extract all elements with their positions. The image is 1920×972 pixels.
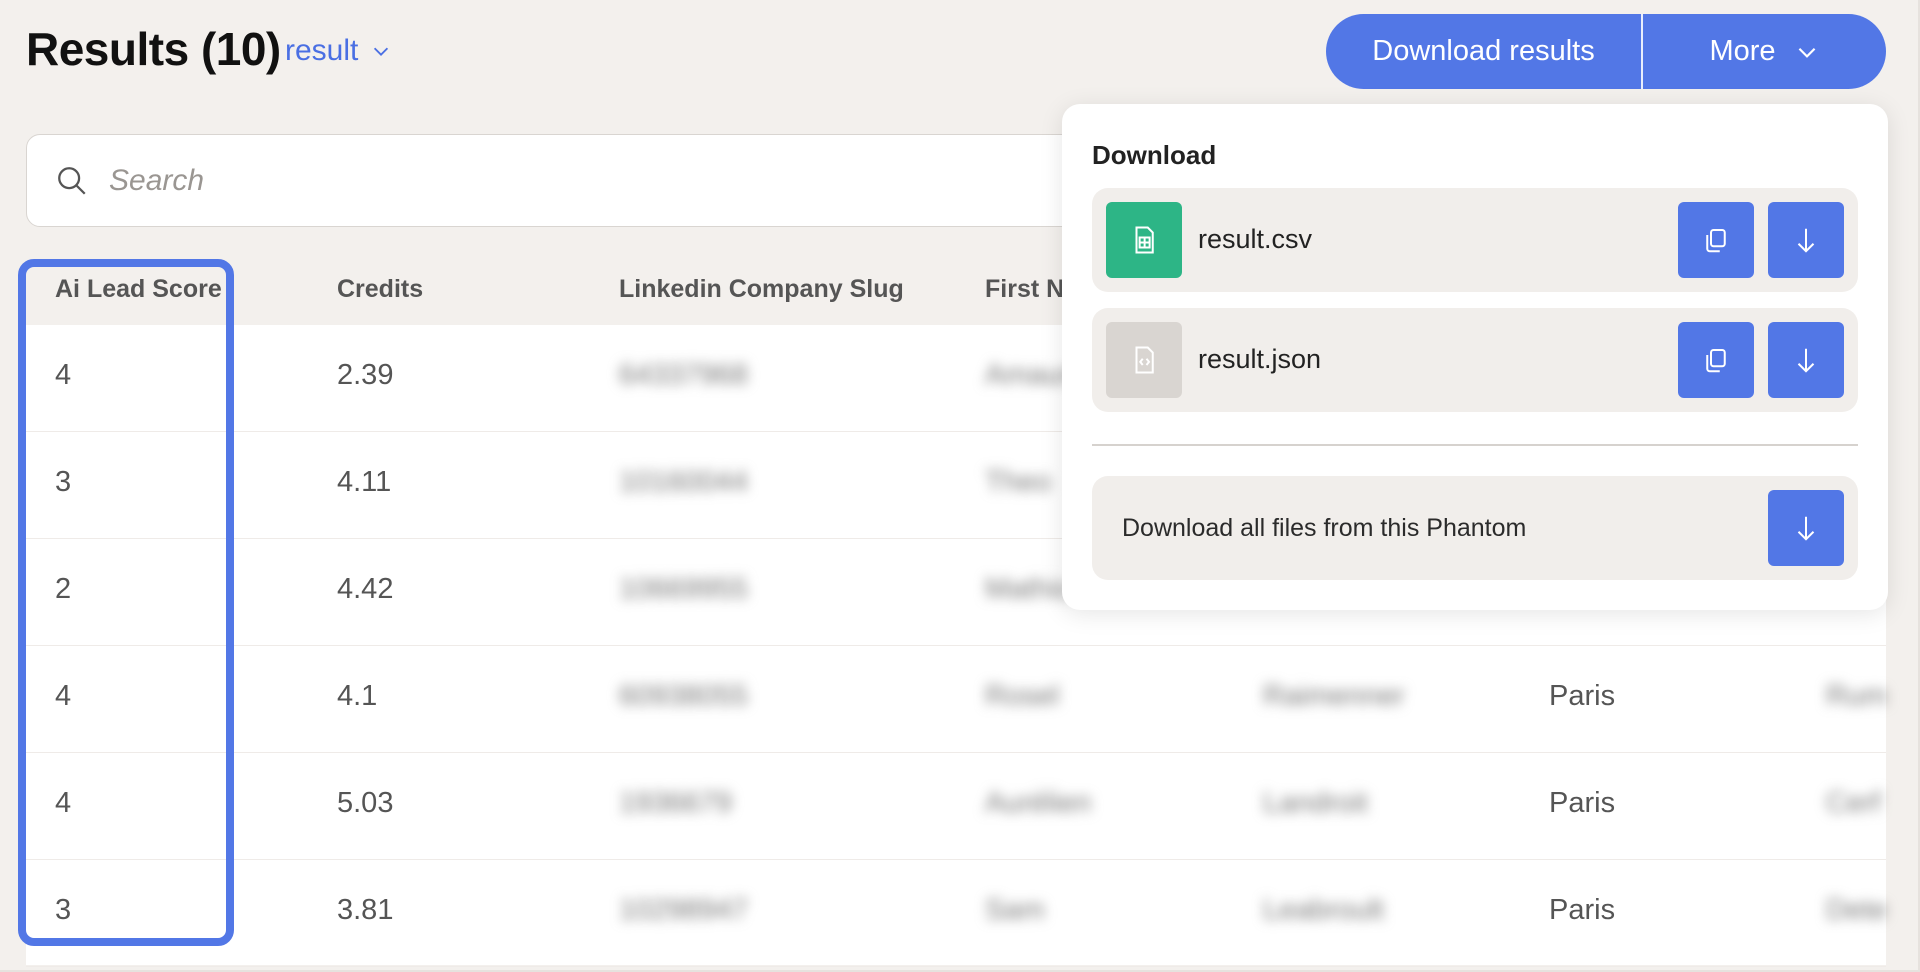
download-all-row: Download all files from this Phantom: [1092, 476, 1858, 580]
chevron-down-icon: [1798, 47, 1815, 58]
more-button[interactable]: More: [1643, 14, 1886, 89]
arrow-down-icon: [1797, 228, 1815, 253]
arrow-down-icon: [1797, 516, 1815, 541]
city-cell: Paris: [1549, 894, 1616, 926]
credits-cell: 2.39: [337, 359, 394, 391]
credits-cell: 3.81: [337, 894, 394, 926]
chevron-down-icon: [374, 47, 389, 56]
file-name: result.json: [1198, 344, 1322, 374]
copy-icon: [1706, 229, 1726, 253]
arrow-down-icon: [1797, 348, 1815, 373]
copy-icon: [1706, 349, 1726, 373]
score-cell: 4: [55, 787, 72, 819]
first-name-cell: Aurélien: [985, 787, 1092, 819]
divider: [1092, 444, 1858, 446]
slug-cell: 1936679: [619, 787, 732, 819]
score-cell: 3: [55, 894, 72, 926]
first-name-cell: Mathis: [985, 573, 1071, 605]
slug-cell: 10669955: [619, 573, 749, 605]
slug-cell: 60938055: [619, 680, 749, 712]
score-cell: 4: [55, 359, 72, 391]
result-selector-label: result: [285, 34, 359, 67]
extra-cell: Dete: [1826, 894, 1888, 926]
column-header-credits[interactable]: Credits: [337, 275, 423, 304]
table-row[interactable]: 3 3.81 10298947 Sam Leabroult Paris Dete: [26, 860, 1888, 967]
file-row-json: result.json: [1092, 308, 1858, 412]
more-dropdown-panel: Download result.csv result.json Download…: [1062, 104, 1888, 610]
credits-cell: 4.1: [337, 680, 378, 712]
download-file-button[interactable]: [1768, 322, 1844, 398]
spreadsheet-icon: [1106, 202, 1182, 278]
download-results-button[interactable]: Download results: [1326, 14, 1643, 89]
column-header-ai-lead-score[interactable]: Ai Lead Score: [55, 275, 222, 304]
download-results-label: Download results: [1372, 35, 1595, 67]
search-icon: [58, 166, 86, 195]
extra-cell: Rum: [1826, 680, 1888, 712]
search-input[interactable]: [109, 163, 709, 198]
result-selector[interactable]: result: [285, 34, 392, 68]
last-name-cell: Leabroult: [1263, 894, 1384, 926]
credits-cell: 4.11: [337, 466, 392, 498]
table-row[interactable]: 4 4.1 60938055 Rosel Raimenner Paris Rum: [26, 646, 1888, 753]
search-bar: [26, 134, 1126, 227]
last-name-cell: Landroit: [1263, 787, 1368, 819]
column-header-linkedin-company-slug[interactable]: Linkedin Company Slug: [619, 275, 904, 304]
city-cell: Paris: [1549, 787, 1616, 819]
copy-button[interactable]: [1678, 322, 1754, 398]
file-name: result.csv: [1198, 224, 1313, 254]
download-all-label: Download all files from this Phantom: [1122, 514, 1527, 542]
table-row[interactable]: 4 5.03 1936679 Aurélien Landroit Paris C…: [26, 753, 1886, 860]
first-name-cell: Theo: [985, 466, 1052, 498]
download-all-button[interactable]: [1768, 490, 1844, 566]
city-cell: Paris: [1549, 680, 1616, 712]
more-label: More: [1709, 35, 1776, 67]
score-cell: 2: [55, 573, 72, 605]
download-file-button[interactable]: [1768, 202, 1844, 278]
credits-cell: 5.03: [337, 787, 394, 819]
download-section-title: Download: [1092, 140, 1217, 170]
credits-cell: 4.42: [337, 573, 394, 605]
slug-cell: 10160044: [619, 466, 749, 498]
last-name-cell: Raimenner: [1263, 680, 1405, 712]
first-name-cell: Rosel: [985, 680, 1060, 712]
code-file-icon: [1106, 322, 1182, 398]
copy-button[interactable]: [1678, 202, 1754, 278]
first-name-cell: Sam: [985, 894, 1045, 926]
page-title: Results (10): [26, 23, 281, 75]
file-row-csv: result.csv: [1092, 188, 1858, 292]
score-cell: 4: [55, 680, 72, 712]
action-button-group: Download results More: [1326, 14, 1886, 89]
extra-cell: Cerf: [1826, 787, 1881, 819]
slug-cell: 10298947: [619, 894, 749, 926]
score-cell: 3: [55, 466, 72, 498]
slug-cell: 64337968: [619, 359, 749, 391]
